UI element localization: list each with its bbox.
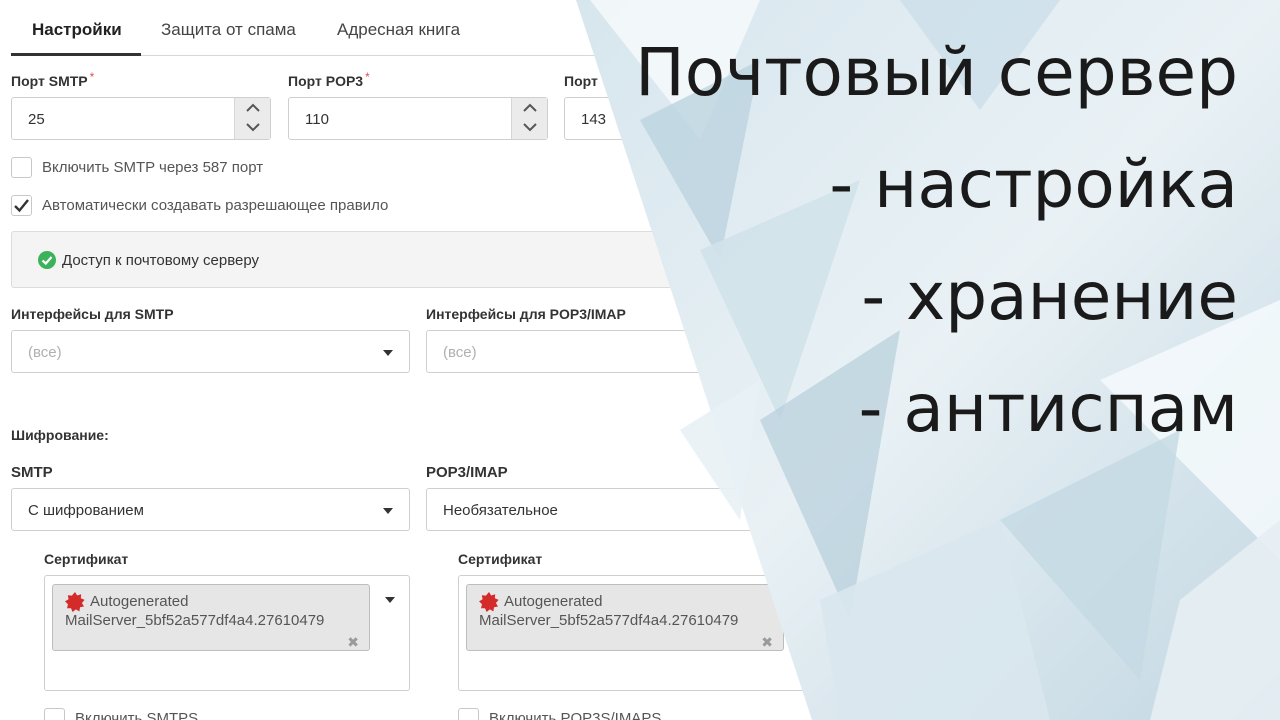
access-notice: Доступ к почтовому серверу: [11, 231, 711, 288]
overlay-title-line3: - хранение: [861, 258, 1238, 335]
pop3s-checkbox[interactable]: [458, 708, 479, 720]
certificate-seal-icon: [479, 592, 499, 612]
smtp-encryption-select[interactable]: С шифрованием: [11, 488, 410, 531]
overlay-title-line2: - настройка: [829, 146, 1238, 223]
smtp-interfaces-select[interactable]: (все): [11, 330, 410, 373]
remove-certificate-button[interactable]: ✖: [761, 634, 773, 651]
pop3imap-encryption-select[interactable]: Необязательное: [426, 488, 786, 531]
smtps-label: Включить SMTPS: [75, 710, 199, 720]
tab-address-book[interactable]: Адресная книга: [337, 20, 460, 40]
auto-rule-label: Автоматически создавать разрешающее прав…: [42, 197, 389, 214]
pop3imap-interfaces-label: Интерфейсы для POP3/IMAP: [426, 306, 626, 322]
caret-down-icon: [383, 508, 393, 514]
imap-port-label: Порт: [564, 73, 598, 89]
increment-button[interactable]: [512, 98, 548, 118]
certificate-seal-icon: [65, 592, 85, 612]
tab-bar: Настройки Защита от спама Адресная книга: [11, 0, 731, 56]
smtp-port-input[interactable]: 25: [11, 97, 271, 140]
encryption-heading: Шифрование:: [11, 427, 109, 443]
pop3-port-input[interactable]: 110: [288, 97, 548, 140]
checkmark-icon: [14, 199, 29, 213]
overlay-title-line4: - антиспам: [858, 370, 1238, 447]
smtp-certificate-select[interactable]: Autogenerated MailServer_5bf52a577df4a4.…: [44, 575, 410, 691]
tab-settings[interactable]: Настройки: [32, 20, 122, 40]
smtp-port-stepper: [234, 98, 270, 139]
active-tab-indicator: [11, 53, 141, 56]
smtps-checkbox[interactable]: [44, 708, 65, 720]
remove-certificate-button[interactable]: ✖: [347, 634, 359, 651]
overlay-title-line1: Почтовый сервер: [635, 34, 1238, 111]
pop3-port-stepper: [511, 98, 547, 139]
certificate-chip: Autogenerated MailServer_5bf52a577df4a4.…: [466, 584, 784, 651]
pop3imap-encryption-label: POP3/IMAP: [426, 464, 508, 481]
pop3s-label: Включить POP3S/IMAPS: [489, 710, 662, 720]
smtp587-label: Включить SMTP через 587 порт: [42, 159, 264, 176]
decrement-button[interactable]: [512, 118, 548, 138]
pop3imap-certificate-label: Сертификат: [458, 551, 543, 567]
caret-down-icon: [385, 597, 395, 603]
certificate-chip: Autogenerated MailServer_5bf52a577df4a4.…: [52, 584, 370, 651]
caret-down-icon: [383, 350, 393, 356]
smtp-certificate-label: Сертификат: [44, 551, 129, 567]
increment-button[interactable]: [235, 98, 271, 118]
auto-rule-checkbox[interactable]: [11, 195, 32, 216]
smtp587-checkbox[interactable]: [11, 157, 32, 178]
tab-spam-protection[interactable]: Защита от спама: [161, 20, 296, 40]
chevron-up-icon: [523, 103, 537, 112]
chevron-up-icon: [246, 103, 260, 112]
chevron-down-icon: [246, 123, 260, 132]
smtp-port-label: Порт SMTP *: [11, 70, 95, 89]
smtp-encryption-label: SMTP: [11, 464, 53, 481]
smtp-interfaces-label: Интерфейсы для SMTP: [11, 306, 174, 322]
pop3-port-label: Порт POP3 *: [288, 70, 370, 89]
chevron-down-icon: [523, 123, 537, 132]
decrement-button[interactable]: [235, 118, 271, 138]
pop3imap-interfaces-select[interactable]: (все): [426, 330, 756, 373]
check-circle-icon: [38, 251, 56, 269]
pop3imap-certificate-select[interactable]: Autogenerated MailServer_5bf52a577df4a4.…: [458, 575, 818, 691]
